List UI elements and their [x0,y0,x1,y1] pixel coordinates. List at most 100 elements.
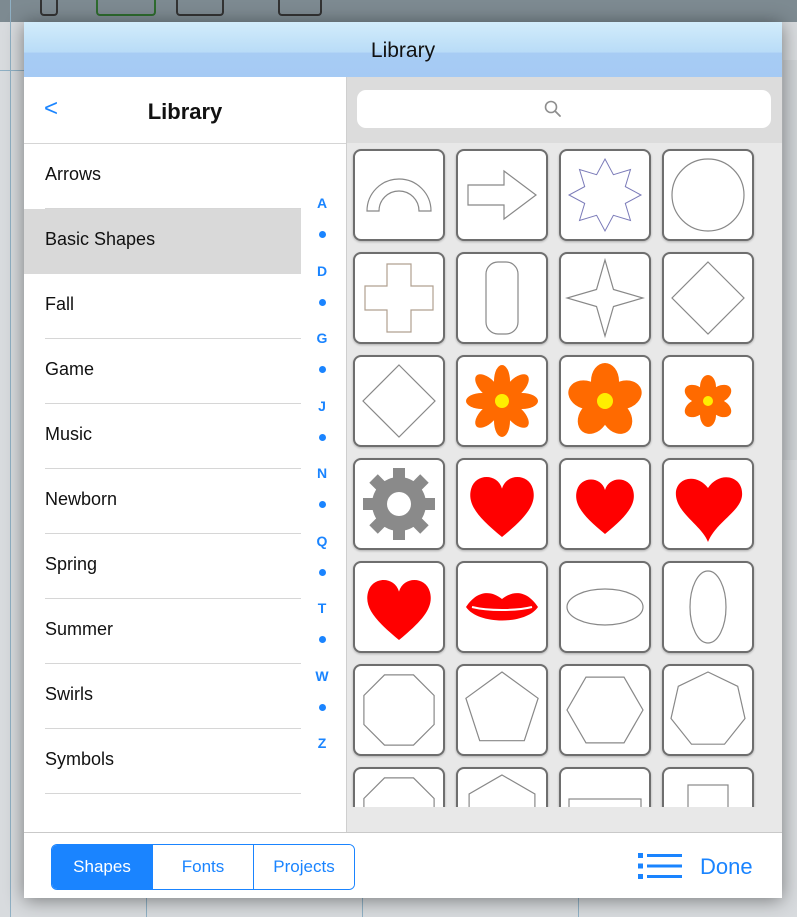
index-letter[interactable]: W [307,668,337,684]
search-bar [347,77,782,143]
list-separator [45,793,301,794]
category-item-newborn[interactable]: Newborn [24,469,301,534]
flower-5-petal-icon [568,363,642,434]
category-item-label: Summer [45,619,114,639]
index-letter[interactable]: D [307,263,337,279]
tab-projects[interactable]: Projects [253,845,354,889]
search-input[interactable] [357,90,771,128]
shape-tile-rounded-rectangle-vertical[interactable] [456,252,548,344]
background-chip [278,0,322,16]
category-item-swirls[interactable]: Swirls [24,664,301,729]
index-dot[interactable] [319,568,326,576]
index-dot[interactable] [319,636,326,643]
heart-curled-icon [675,477,743,542]
shape-tile-ellipse-horizontal[interactable] [559,561,651,653]
shape-tile-hexagon[interactable] [559,664,651,756]
index-letter[interactable]: T [307,600,337,616]
shape-tile-diamond[interactable] [353,355,445,447]
category-item-symbols[interactable]: Symbols [24,729,301,794]
category-item-basic-shapes[interactable]: Basic Shapes [24,209,301,274]
shape-tile-octagon[interactable] [353,664,445,756]
shape-tile-heart[interactable] [456,458,548,550]
shape-tile-rectangle-partial[interactable] [559,767,651,807]
category-item-fall[interactable]: Fall [24,274,301,339]
diamond-icon [362,364,436,438]
heart-rounded-icon [576,479,634,534]
category-item-spring[interactable]: Spring [24,534,301,599]
ellipse-horizontal-icon [566,588,644,626]
rounded-rectangle-vertical-icon [485,261,519,335]
shape-tile-arch[interactable] [353,149,445,241]
background-grid-line [0,70,24,71]
done-button[interactable]: Done [700,854,753,880]
category-item-label: Symbols [45,749,115,769]
shape-tile-hexagon-partial[interactable] [456,767,548,807]
category-item-music[interactable]: Music [24,404,301,469]
category-item-label: Basic Shapes [45,229,156,249]
shape-tile-pentagon[interactable] [456,664,548,756]
ellipse-vertical-icon [689,570,727,644]
category-item-label: Arrows [45,164,102,184]
index-dot[interactable] [319,501,326,508]
heptagon-icon [670,671,746,745]
index-letter[interactable]: A [307,195,337,211]
index-letter[interactable]: N [307,465,337,481]
list-icon[interactable] [638,852,682,880]
pentagon-icon [465,671,539,742]
octagon-icon [363,674,435,746]
shape-tile-asterisk-star[interactable] [559,149,651,241]
shape-tile-heart-curled[interactable] [662,458,754,550]
heart-icon [367,580,431,640]
index-letter[interactable]: Z [307,735,337,751]
index-dot[interactable] [319,703,326,711]
category-panel: < Library Arrows Basic Shapes Fall Game Musi… [24,77,346,832]
category-item-summer[interactable]: Summer [24,599,301,664]
index-letter[interactable]: J [307,398,337,414]
tab-shapes[interactable]: Shapes [52,845,152,889]
shape-tile-octagon-partial[interactable] [353,767,445,807]
shape-tile-heart-rounded[interactable] [559,458,651,550]
diamond-icon [671,261,745,335]
index-dot[interactable] [319,433,326,441]
shape-panel [346,77,782,832]
asterisk-star-icon [567,157,643,233]
background-grid-line [10,0,11,917]
arch-icon [366,178,432,212]
library-modal: Library < Library Arrows Basic Shapes Fall… [24,22,782,898]
shape-tile-circle[interactable] [662,149,754,241]
index-letter[interactable]: G [307,330,337,346]
index-dot[interactable] [319,366,326,373]
shape-tile-heptagon[interactable] [662,664,754,756]
index-dot[interactable] [319,298,326,306]
index-dot[interactable] [319,231,326,238]
shape-tile-diamond[interactable] [662,252,754,344]
shape-tile-flower-small[interactable] [662,355,754,447]
category-item-label: Swirls [45,684,93,704]
background-grid-line [362,898,363,917]
shape-tile-arrow-right[interactable] [456,149,548,241]
hexagon-partial-icon [468,774,536,807]
flower-small-icon [684,375,732,427]
square-partial-icon [687,784,729,807]
octagon-partial-icon [363,777,435,807]
shape-tile-lips[interactable] [456,561,548,653]
index-letter[interactable]: Q [307,533,337,549]
shape-tile-ellipse-vertical[interactable] [662,561,754,653]
shape-tile-flower-5-petal[interactable] [559,355,651,447]
background-chip [96,0,156,16]
category-item-arrows[interactable]: Arrows [24,144,301,209]
shape-tile-gear[interactable] [353,458,445,550]
shape-tile-four-point-star[interactable] [559,252,651,344]
shape-tile-square-partial[interactable] [662,767,754,807]
category-item-label: Game [45,359,95,379]
shape-tile-flower-8-petal[interactable] [456,355,548,447]
four-point-star-icon [565,258,645,338]
category-item-label: Newborn [45,489,118,509]
tab-fonts[interactable]: Fonts [152,845,253,889]
shape-tile-cross[interactable] [353,252,445,344]
shape-tile-heart[interactable] [353,561,445,653]
bottom-toolbar: Shapes Fonts Projects Done [24,832,782,898]
rectangle-partial-icon [568,798,642,807]
category-item-game[interactable]: Game [24,339,301,404]
background-grid-line [146,898,147,917]
